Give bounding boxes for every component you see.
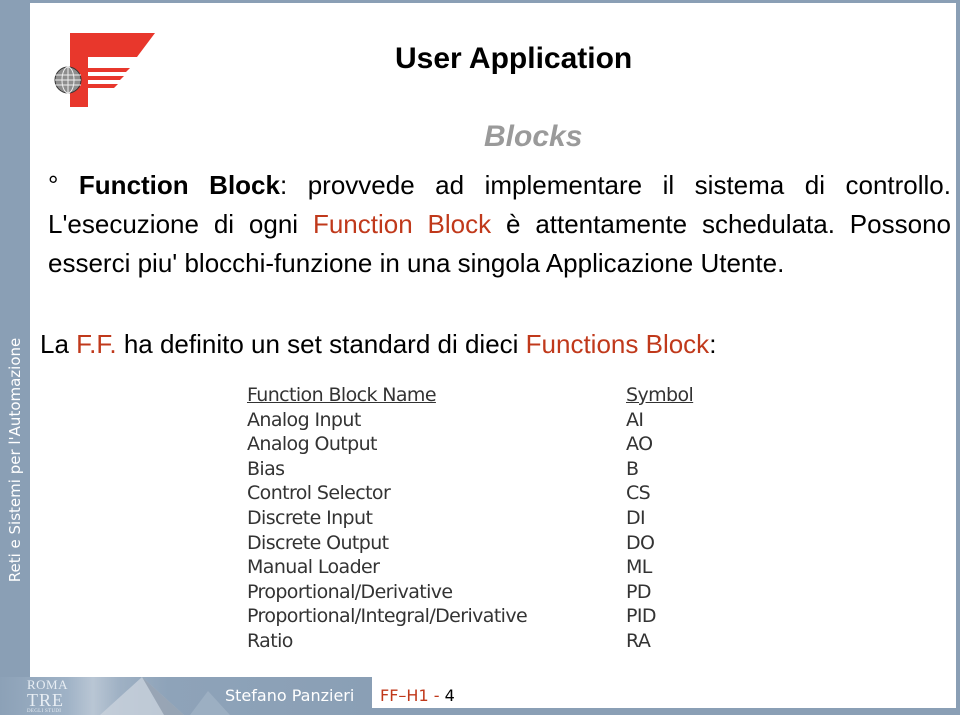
slide-code: FF–H1 — [380, 686, 429, 705]
table-cell-symbol: AI — [626, 408, 644, 431]
table-cell-symbol: RA — [626, 629, 651, 652]
university-line-2: TRE — [27, 690, 64, 710]
bullet: ° — [48, 170, 59, 200]
table-cell-symbol: B — [626, 457, 639, 480]
table-cell-symbol: AO — [626, 433, 653, 456]
table-cell-symbol: CS — [626, 482, 651, 505]
table-cell-name: Discrete Input — [247, 506, 373, 529]
course-title: Reti e Sistemi per l'Automazione — [6, 337, 24, 583]
table-cell-name: Control Selector — [247, 482, 391, 505]
page-ref-box — [372, 677, 956, 708]
table-cell-name: Manual Loader — [247, 556, 380, 579]
intro-prefix: La — [40, 329, 77, 359]
function-block-name-column: Function Block Name Analog Input Analog … — [247, 383, 528, 654]
fieldbus-foundation-logo — [54, 33, 155, 107]
table-cell-symbol: DO — [626, 531, 655, 554]
ff-abbreviation: F.F. — [76, 329, 117, 359]
function-block-description: ° Function Block: provvede ad implementa… — [48, 166, 951, 283]
author-name: Stefano Panzieri — [225, 686, 355, 705]
table-cell-name: Ratio — [247, 629, 293, 652]
symbol-column: Symbol AI AO B CS DI DO ML PD PID RA — [626, 383, 694, 654]
column-header-name: Function Block Name — [247, 384, 437, 406]
table-cell-name: Proportional/Derivative — [247, 580, 453, 603]
table-cell-name: Discrete Output — [247, 531, 389, 554]
logo-f-shape — [70, 33, 155, 107]
standard-set-intro: La F.F. ha definito un set standard di d… — [40, 329, 716, 360]
term-function-block: Function Block — [78, 170, 280, 200]
table-cell-name: Analog Input — [247, 408, 361, 431]
slide-title: User Application — [395, 42, 633, 75]
slide-subtitle: Blocks — [484, 120, 583, 153]
slide-reference: FF–H1 - 4 — [380, 686, 455, 705]
page-separator: - — [428, 686, 445, 705]
table-cell-name: Bias — [247, 457, 285, 480]
highlight-functions-block: Functions Block — [525, 329, 710, 359]
table-cell-symbol: PID — [626, 605, 657, 628]
table-cell-name: Proportional/Integral/Derivative — [247, 605, 528, 628]
page-number: 4 — [444, 686, 455, 705]
highlight-function-block: Function Block — [312, 209, 492, 239]
globe-icon — [54, 66, 82, 94]
table-cell-symbol: ML — [626, 556, 652, 579]
table-cell-name: Analog Output — [247, 433, 377, 456]
table-cell-symbol: DI — [626, 506, 646, 529]
pyramid-image — [100, 677, 230, 715]
table-cell-symbol: PD — [626, 580, 651, 603]
course-sidebar: Reti e Sistemi per l'Automazione — [0, 300, 30, 620]
column-header-symbol: Symbol — [626, 384, 694, 406]
intro-suffix: : — [709, 329, 717, 359]
intro-middle: ha definito un set standard di dieci — [116, 329, 526, 359]
university-logo: ROMA TRE DEGLI STUDI — [27, 678, 68, 714]
